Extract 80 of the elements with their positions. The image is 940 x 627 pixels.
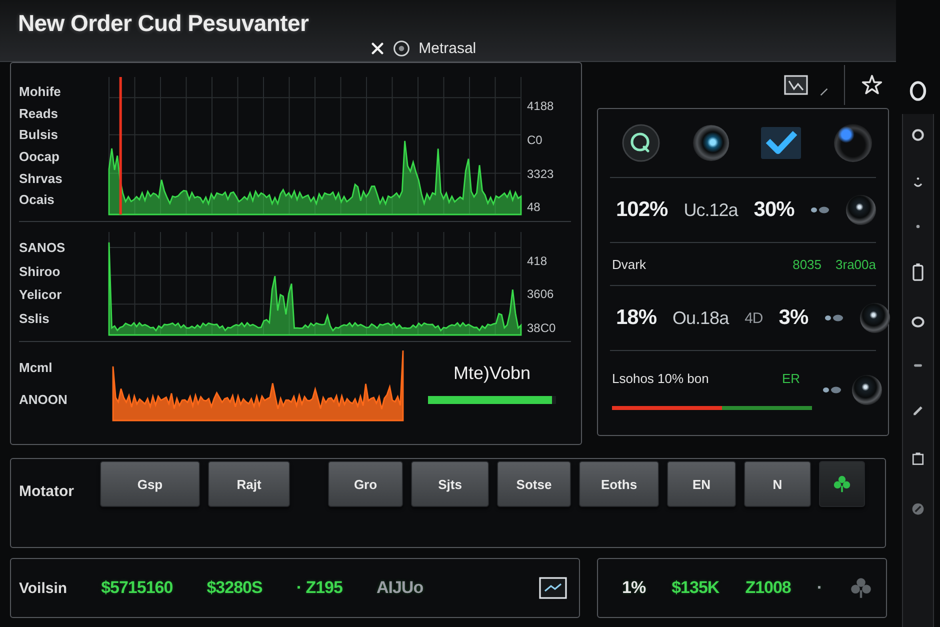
knob-icon[interactable] [860,303,890,333]
channel-label: Shrvas [19,170,62,186]
meter-value: ER [782,370,800,386]
control-button[interactable]: Rajt [208,461,290,507]
knob-icon[interactable] [852,375,882,405]
dots-icon [822,386,842,394]
total-value: $5715160 [101,578,173,598]
channel-label: Yelicor [19,287,62,302]
meter-label: Lsohos 10% bon [612,370,709,386]
summary-value: Z1008 [745,578,791,598]
control-button[interactable]: Sotse [497,461,571,507]
dot-icon[interactable] [914,224,922,229]
scale-label: 3323 [527,166,554,181]
check-icon[interactable] [761,127,802,159]
channel-label: Ocais [19,192,54,208]
close-icon[interactable] [370,42,384,55]
dots-icon [824,314,844,322]
channel-label: SANOS [19,240,66,255]
channel-label: Mcml [19,360,52,376]
summary-value: 1% [622,578,646,598]
ring-icon[interactable] [911,128,925,142]
readout-label: Mte)Vobn [453,363,531,384]
control-button[interactable]: Sjts [411,461,489,507]
total-value: AIJUo [376,578,424,598]
image-icon[interactable] [784,75,808,95]
tab-label[interactable]: Metrasal [418,40,476,57]
slash-circle-icon[interactable] [911,502,925,516]
channel-label: Bulsis [19,127,58,142]
reading-value: 102% [616,198,668,222]
reading-value: 3% [778,306,808,330]
ring-icon[interactable] [909,80,927,102]
star-icon[interactable] [861,74,883,96]
channel-label: Oocap [19,149,60,164]
scale-label: 4188 [527,99,554,113]
clover-icon [850,577,872,599]
ring-icon[interactable] [911,315,925,329]
battery-icon[interactable] [912,263,924,281]
pencil-icon[interactable] [820,88,828,96]
control-button[interactable]: Eoths [579,461,659,507]
summary-value: $135K [672,578,720,598]
icon-button[interactable] [819,461,865,507]
knob-icon[interactable] [846,195,876,225]
scale-label: 418 [527,254,548,268]
total-value: $3280S [206,578,262,598]
channel-label: Shiroo [19,264,60,279]
reading-value: Ou.18a [672,308,729,328]
dots-icon [810,206,830,214]
channel-label: Reads [19,106,58,121]
scale-label: 3606 [527,287,554,301]
clover-icon [833,475,851,493]
smile-icon[interactable] [911,176,925,190]
dash-icon[interactable] [914,363,922,368]
reading-value: 18% [616,306,657,330]
total-value: · Z195 [296,578,342,598]
caption-value: 3ra00a [836,256,876,272]
search-icon[interactable] [622,124,660,162]
lens-icon[interactable] [692,125,729,161]
section-label: Voilsin [19,580,68,596]
channel-label: ANOON [19,392,68,408]
caption-value: 8035 [792,256,822,272]
scale-label: 38C0 [527,320,556,334]
square-icon[interactable] [912,450,924,468]
section-label: Motator [19,483,74,500]
summary-value: · [816,578,822,598]
control-button[interactable]: Gsp [100,461,200,507]
scale-label: C0 [527,132,542,147]
control-button[interactable]: N [744,461,811,507]
caption-label: Dvark [612,256,646,272]
control-button[interactable]: EN [667,461,736,507]
channel-label: Mohife [19,84,61,100]
knob-icon[interactable] [834,124,872,162]
image-icon[interactable] [539,577,567,599]
record-icon [392,40,410,57]
reading-value: Uc.12a [684,200,738,220]
window-title: New Order Cud Pesuvanter [18,10,309,37]
scale-label: 48 [527,200,540,214]
control-button[interactable]: Gro [328,461,403,507]
channel-label: Sslis [19,311,50,326]
reading-value: 4D [744,310,763,326]
reading-value: 30% [754,198,794,222]
